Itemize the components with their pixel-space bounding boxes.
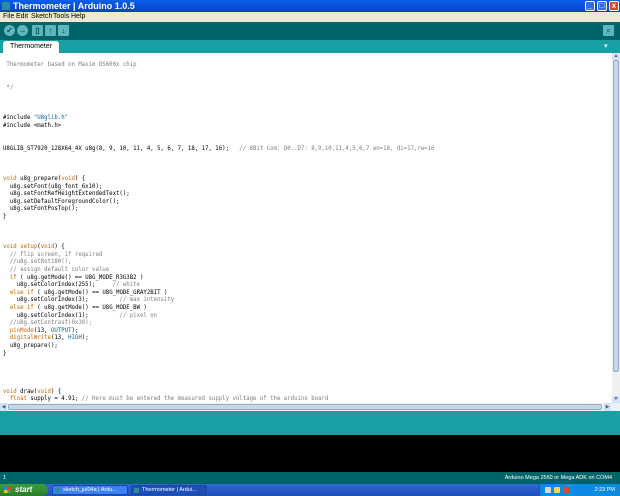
network-icon[interactable] (545, 487, 551, 493)
vertical-scroll-thumb[interactable] (613, 60, 619, 372)
save-button[interactable]: ↓ (58, 25, 69, 36)
taskbar-item-sketch[interactable]: sketch_jul04a | Ardu... (52, 485, 128, 495)
new-button[interactable]: ▯ (32, 25, 43, 36)
menu-file[interactable]: File (3, 12, 14, 22)
window-title: Thermometer | Arduino 1.0.5 (13, 1, 135, 11)
tab-menu-icon[interactable]: ▾ (604, 43, 612, 50)
code-line[interactable]: u8g.setColorIndex(255); // white (3, 282, 140, 288)
new-file-icon: ▯ (35, 26, 40, 35)
menu-edit[interactable]: Edit (16, 12, 28, 22)
minimize-button[interactable]: _ (585, 1, 595, 11)
code-line[interactable]: if ( u8g.getMode() == U8G_MODE_R3G3B2 ) (3, 275, 144, 281)
code-line[interactable]: else if ( u8g.getMode() == U8G_MODE_BW ) (3, 305, 147, 311)
code-line[interactable]: u8g.setFontRefHeightExtendedText(); (3, 191, 130, 197)
code-line[interactable]: u8g.setFont(u8g_font_6x10); (3, 184, 102, 190)
horizontal-scroll-thumb[interactable] (8, 404, 602, 410)
windows-taskbar: start sketch_jul04a | Ardu... Thermomete… (0, 484, 620, 496)
scroll-left-icon[interactable]: ◀ (0, 403, 7, 411)
code-editor[interactable]: Thermometer based on Maxim DS600x chip *… (0, 53, 612, 411)
shield-icon[interactable] (563, 487, 569, 493)
horizontal-scrollbar[interactable]: ◀ ▶ (0, 403, 612, 411)
arduino-app-icon (55, 488, 60, 493)
save-arrow-icon: ↓ (61, 26, 66, 35)
code-line[interactable]: u8g.setColorIndex(3); // max intensity (3, 297, 175, 303)
code-line[interactable]: U8GLIB_ST7920_128X64_4X u8g(8, 9, 10, 11… (3, 146, 434, 152)
check-icon: ✓ (6, 26, 13, 35)
verify-button[interactable]: ✓ (4, 25, 15, 36)
taskbar-item-label: sketch_jul04a | Ardu... (63, 487, 118, 493)
scroll-down-icon[interactable]: ▼ (612, 396, 620, 403)
system-tray: 2:23 PM (539, 484, 620, 496)
close-button[interactable]: x (609, 1, 619, 11)
code-line[interactable]: */ (3, 85, 13, 91)
line-number: 1 (3, 475, 7, 481)
menu-bar: File Edit Sketch Tools Help (0, 12, 620, 22)
volume-icon[interactable] (554, 487, 560, 493)
open-arrow-icon: ↑ (48, 26, 53, 35)
magnifier-icon: ⌕ (606, 26, 611, 35)
maximize-button[interactable]: □ (597, 1, 607, 11)
menu-help[interactable]: Help (71, 12, 85, 22)
code-line[interactable]: else if ( u8g.getMode() == U8G_MODE_GRAY… (3, 290, 168, 296)
tab-bar: Thermometer ▾ (0, 40, 620, 53)
code-line[interactable]: u8g.setFontPosTop(); (3, 206, 79, 212)
menu-sketch[interactable]: Sketch (31, 12, 52, 22)
code-line[interactable]: Thermometer based on Maxim DS600x chip (3, 62, 136, 68)
upload-button[interactable]: → (17, 25, 28, 36)
windows-logo-icon (4, 487, 11, 493)
start-button[interactable]: start (0, 484, 48, 496)
window-title-bar[interactable]: Thermometer | Arduino 1.0.5 _ □ x (0, 0, 620, 12)
taskbar-item-label: Thermometer | Ardui... (142, 487, 197, 493)
vertical-scrollbar[interactable]: ▲ ▼ (612, 53, 620, 411)
code-line[interactable]: u8g_prepare(); (3, 343, 58, 349)
tab-thermometer[interactable]: Thermometer (3, 41, 60, 53)
arrow-right-icon: → (18, 26, 27, 35)
scroll-right-icon[interactable]: ▶ (604, 403, 611, 411)
code-line[interactable]: #include "U8glib.h" (3, 115, 68, 121)
console-output[interactable] (0, 435, 620, 472)
code-line[interactable]: void draw(void) { (3, 389, 61, 395)
menu-tools[interactable]: Tools (53, 12, 69, 22)
code-line[interactable]: void u8g_prepare(void) { (3, 176, 85, 182)
code-line[interactable]: digitalWrite(13, HIGH); (3, 335, 89, 341)
code-line[interactable]: //u8g.setRot180(); (3, 259, 72, 265)
code-line[interactable]: #include <math.h> (3, 123, 61, 129)
code-line[interactable]: } (3, 351, 6, 357)
arduino-app-icon (2, 2, 10, 10)
code-line[interactable]: u8g.setDefaultForegroundColor(); (3, 199, 120, 205)
code-line[interactable]: //u8g.setContrast(0x30); (3, 320, 92, 326)
open-button[interactable]: ↑ (45, 25, 56, 36)
board-port-label: Arduino Mega 2560 or Mega ADK on COM4 (504, 475, 612, 481)
status-bar: 1 Arduino Mega 2560 or Mega ADK on COM4 (0, 472, 620, 484)
taskbar-item-thermometer[interactable]: Thermometer | Ardui... (131, 485, 207, 495)
code-text[interactable]: Thermometer based on Maxim DS600x chip *… (3, 62, 434, 411)
toolbar: ✓ → ▯ ↑ ↓ ⌕ (0, 22, 620, 40)
code-line[interactable]: // flip screen, if required (3, 252, 102, 258)
code-line[interactable]: } (3, 214, 6, 220)
code-line[interactable]: pinMode(13, OUTPUT); (3, 328, 79, 334)
scroll-up-icon[interactable]: ▲ (612, 53, 620, 60)
clock: 2:23 PM (594, 487, 615, 493)
code-line[interactable]: // assign default color value (3, 267, 109, 273)
start-label: start (15, 485, 33, 494)
code-line[interactable]: void setup(void) { (3, 244, 65, 250)
serial-monitor-button[interactable]: ⌕ (603, 25, 614, 36)
code-line[interactable]: float supply = 4.91; // Here must be ent… (3, 396, 328, 402)
arduino-app-icon (134, 488, 139, 493)
message-area (0, 411, 620, 435)
code-line[interactable]: u8g.setColorIndex(1); // pixel on (3, 313, 157, 319)
